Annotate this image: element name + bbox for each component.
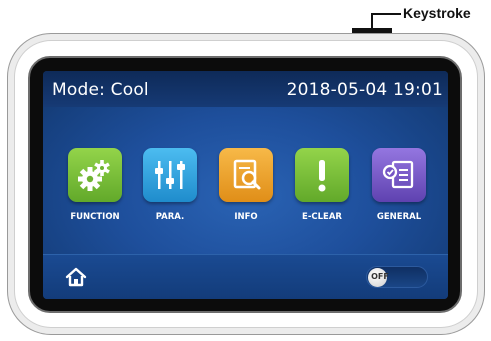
error-clear-button[interactable] bbox=[295, 148, 349, 202]
home-button[interactable] bbox=[65, 267, 87, 287]
status-bar: Mode: Cool 2018-05-04 19:01 bbox=[43, 71, 448, 107]
info-button[interactable] bbox=[219, 148, 273, 202]
parameters-button[interactable] bbox=[143, 148, 197, 202]
function-label: FUNCTION bbox=[70, 212, 120, 222]
touch-screen: Mode: Cool 2018-05-04 19:01 FUNCTION PAR… bbox=[43, 71, 448, 299]
bottom-bar: OFF bbox=[43, 254, 448, 299]
toggle-state-label: OFF bbox=[371, 272, 389, 281]
gears-icon bbox=[78, 160, 110, 191]
sliders-icon bbox=[155, 161, 185, 189]
general-label: GENERAL bbox=[376, 212, 422, 222]
home-icon bbox=[65, 267, 87, 287]
keystroke-callout-label: Keystroke bbox=[403, 5, 471, 21]
general-button[interactable] bbox=[372, 148, 426, 202]
info-label: INFO bbox=[234, 212, 258, 222]
error-clear-label: E-CLEAR bbox=[302, 212, 342, 222]
power-toggle[interactable]: OFF bbox=[366, 266, 428, 288]
function-button[interactable] bbox=[68, 148, 122, 202]
general-settings-icon bbox=[382, 160, 414, 189]
callout-line bbox=[372, 13, 401, 15]
mode-indicator: Mode: Cool bbox=[52, 80, 149, 100]
document-search-icon bbox=[233, 159, 261, 190]
parameters-label: PARA. bbox=[155, 212, 185, 222]
date-time: 2018-05-04 19:01 bbox=[286, 80, 443, 100]
exclamation-icon bbox=[318, 160, 326, 192]
